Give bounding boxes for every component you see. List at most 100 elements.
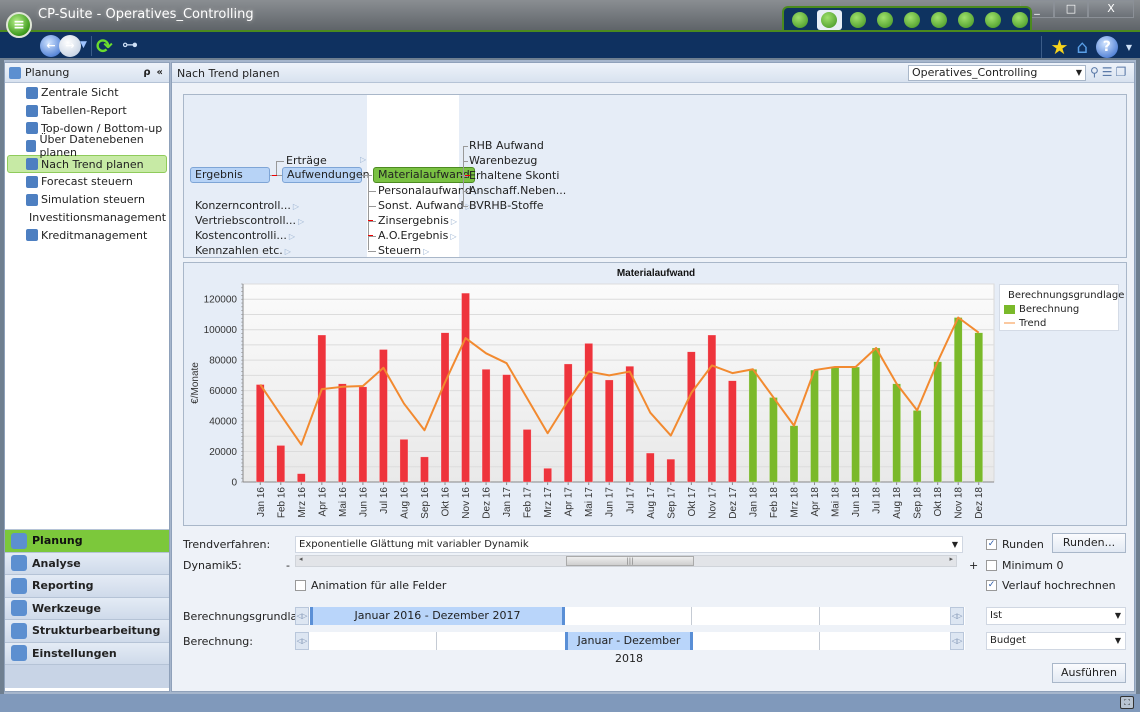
sidebar-title: Planung	[25, 66, 70, 79]
tree-node[interactable]: BVRHB-Stoffe	[469, 199, 544, 212]
legend-label: Berechnung	[1019, 303, 1080, 315]
favorites-star-icon[interactable]: ★	[1050, 35, 1068, 59]
nav-section-strukturbearbeitung[interactable]: Strukturbearbeitung	[5, 619, 169, 642]
checkbox-box[interactable]	[986, 560, 997, 571]
tree-node[interactable]: Kennzahlen etc. ▷	[195, 244, 291, 257]
sidebar-item[interactable]: Kreditmanagement	[7, 226, 167, 244]
tree-node[interactable]: Vertriebscontroll... ▷	[195, 214, 304, 227]
runden-checkbox[interactable]: ✓ Runden	[986, 538, 1044, 551]
tree-node[interactable]: Warenbezug	[469, 154, 537, 167]
tree-node[interactable]: A.O.Ergebnis ▷	[378, 229, 456, 242]
dynamik-slider[interactable]: ◂ ||| ▸	[295, 555, 957, 567]
verlauf-checkbox[interactable]: ✓ Verlauf hochrechnen	[986, 579, 1116, 592]
tree-node[interactable]: Kostencontrolli... ▷	[195, 229, 295, 242]
lifebuoy-icon-glyph	[930, 11, 947, 28]
dashboard-gauge-icon[interactable]	[790, 10, 811, 30]
trend-method-select[interactable]: Exponentielle Glättung mit variabler Dyn…	[295, 536, 963, 553]
tree-connector	[463, 191, 468, 192]
search-icon[interactable]: ρ	[143, 67, 150, 78]
sidebar-item[interactable]: Investitionsmanagement	[7, 209, 167, 227]
sidebar-header: Planung ρ «	[5, 63, 169, 83]
calc-range-selection[interactable]: Januar - Dezember 2018	[565, 632, 693, 665]
calc-period-range[interactable]: ◁▷ Januar - Dezember 2018 ◁▷	[295, 632, 965, 665]
nav-section-analyse[interactable]: Analyse	[5, 551, 169, 574]
sidebar: Planung ρ « Zentrale Sicht Tabellen-Repor…	[4, 62, 170, 692]
range-scroll-right-icon[interactable]: ◁▷	[950, 632, 964, 650]
basis-type-select[interactable]: Ist ▼	[986, 607, 1126, 625]
gears-icon[interactable]	[955, 10, 976, 30]
sidebar-item[interactable]: Simulation steuern	[7, 191, 167, 209]
tree-node[interactable]: Sonst. Aufwand ▷	[378, 199, 472, 212]
expand-arrow-icon[interactable]: ▷	[285, 247, 291, 256]
home-icon[interactable]: ⌂	[1076, 37, 1087, 58]
leaf-icon[interactable]	[848, 10, 869, 30]
compass-icon[interactable]	[982, 10, 1003, 30]
slider-thumb[interactable]: |||	[566, 556, 694, 566]
minimum-zero-checkbox[interactable]: Minimum 0	[986, 559, 1063, 572]
collapse-icon[interactable]: «	[157, 67, 163, 78]
planning-gears-icon[interactable]	[816, 9, 842, 30]
tree-node[interactable]: Steuern ▷	[378, 244, 429, 257]
tree-node[interactable]: Erträge	[286, 154, 327, 167]
refresh-icon[interactable]: ⟳	[96, 34, 113, 58]
basis-period-range[interactable]: ◁▷ Januar 2016 - Dezember 2017 ◁▷	[295, 607, 965, 625]
sidebar-item[interactable]: Nach Trend planen	[7, 155, 167, 173]
users-building-icon[interactable]	[1009, 10, 1030, 30]
model-select[interactable]: Operatives_Controlling ▼	[908, 65, 1086, 81]
slider-right-arrow-icon[interactable]: ▸	[949, 555, 953, 563]
tree-node[interactable]: Zinsergebnis ▷	[378, 214, 457, 227]
calc-type-select[interactable]: Budget ▼	[986, 632, 1126, 650]
checkbox-box[interactable]: ✓	[986, 539, 997, 550]
basis-range-selection[interactable]: Januar 2016 - Dezember 2017	[310, 607, 565, 625]
expand-arrow-icon[interactable]: ▷	[450, 232, 456, 241]
bar-berechnungsgrundlage	[461, 292, 470, 483]
tree-node[interactable]: Konzerncontroll... ▷	[195, 199, 299, 212]
sidebar-item[interactable]: Tabellen-Report	[7, 102, 167, 120]
expand-arrow-icon[interactable]: ▷	[451, 217, 457, 226]
nav-section-reporting[interactable]: Reporting	[5, 574, 169, 597]
tree-node[interactable]: Ergebnis	[190, 167, 270, 183]
expand-arrow-icon[interactable]: ▷	[298, 217, 304, 226]
animation-checkbox[interactable]: Animation für alle Felder	[295, 579, 446, 592]
layout-rows-icon[interactable]: ☰	[1102, 65, 1113, 79]
forward-icon[interactable]: →	[59, 35, 81, 57]
app-logo-icon[interactable]: ≡	[6, 12, 32, 38]
tree-structure-icon[interactable]: ⊶	[122, 35, 138, 54]
tree-node[interactable]: Aufwendungen	[282, 167, 370, 183]
slider-left-arrow-icon[interactable]: ◂	[299, 555, 303, 563]
maximize-button[interactable]: □	[1054, 0, 1088, 18]
lifebuoy-icon[interactable]	[928, 10, 949, 30]
dynamik-minus: -	[286, 559, 290, 572]
history-dropdown-icon[interactable]: ▼	[80, 40, 87, 50]
expand-arrow-icon[interactable]: ▷	[360, 155, 366, 164]
nav-section-werkzeuge[interactable]: Werkzeuge	[5, 596, 169, 619]
range-scroll-right-icon[interactable]: ◁▷	[950, 607, 964, 625]
expand-arrow-icon[interactable]: ▷	[423, 247, 429, 256]
range-scroll-left-icon[interactable]: ◁▷	[295, 632, 309, 650]
range-scroll-left-icon[interactable]: ◁▷	[295, 607, 309, 625]
runden-options-button[interactable]: Runden...	[1052, 533, 1126, 553]
close-button[interactable]: X	[1088, 0, 1134, 18]
navigation-toolbar: ← → ▼ ⟳ ⊶ ★ ⌂ ? ▼	[0, 30, 1140, 59]
checkbox-box[interactable]: ✓	[986, 580, 997, 591]
help-dropdown-icon[interactable]: ▼	[1126, 43, 1132, 52]
tree-node[interactable]: RHB Aufwand	[469, 139, 544, 152]
zoom-icon[interactable]: ⚲	[1090, 65, 1099, 79]
execute-button[interactable]: Ausführen	[1052, 663, 1126, 683]
tree-node[interactable]: Anschaff.Neben...	[469, 184, 566, 197]
nav-section-einstellungen[interactable]: Einstellungen	[5, 641, 169, 664]
sidebar-item[interactable]: Forecast steuern	[7, 173, 167, 191]
money-icon[interactable]	[875, 10, 896, 30]
fullscreen-icon[interactable]: ⛶	[1120, 696, 1134, 709]
globe-icon[interactable]	[901, 10, 922, 30]
sidebar-item[interactable]: Zentrale Sicht	[7, 84, 167, 102]
expand-arrow-icon[interactable]: ▷	[289, 232, 295, 241]
help-icon[interactable]: ?	[1095, 36, 1118, 58]
x-tick-label: Aug 16	[399, 487, 410, 519]
tree-node[interactable]: Erhaltene Skonti	[469, 169, 559, 182]
expand-arrow-icon[interactable]: ▷	[293, 202, 299, 211]
nav-section-planung[interactable]: Planung	[5, 529, 169, 552]
sidebar-item[interactable]: Über Datenebenen planen	[7, 133, 167, 159]
window-export-icon[interactable]: ❐	[1116, 65, 1127, 79]
checkbox-box[interactable]	[295, 580, 306, 591]
